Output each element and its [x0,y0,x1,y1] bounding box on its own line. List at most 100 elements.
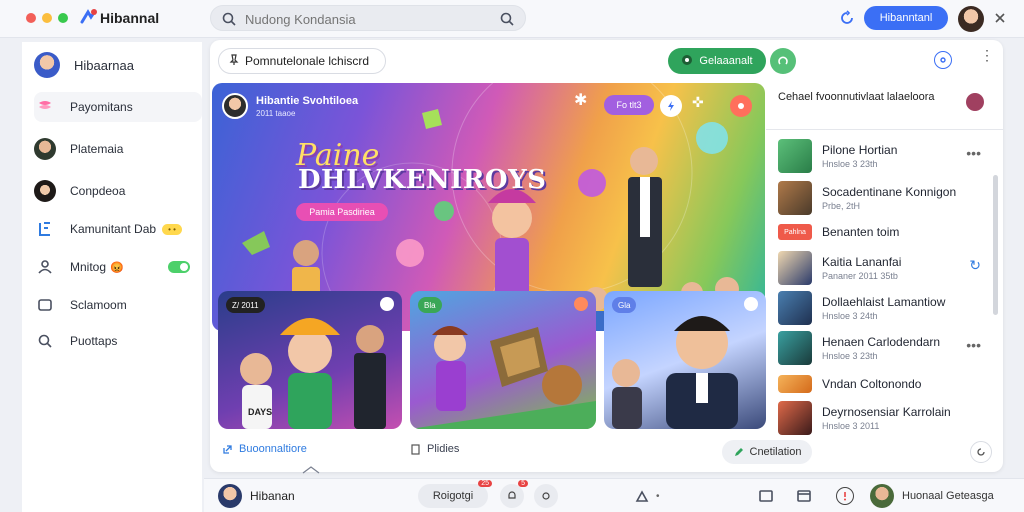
count-badge: 25 [478,480,492,487]
sidebar-profile[interactable]: Hibaarnaa [34,50,202,80]
right-panel-heading: Cehael fvoonnutivlaat lalaeloora [778,91,935,103]
sidebar-item-label: Platemaia [70,142,124,156]
close-window-button[interactable] [26,13,36,23]
search-icon [34,330,56,352]
alert-icon[interactable] [836,487,854,505]
search-input[interactable] [245,10,495,28]
sidebar-item-conpdeoa[interactable]: Conpdeoa [34,176,202,206]
card-menu-icon[interactable] [574,297,588,311]
doc-icon [411,443,420,455]
item-sub: Hnsloe 3 2011 [822,421,880,431]
list-item[interactable]: Pahlna Benanten toim [778,221,993,243]
user-avatar[interactable] [958,6,984,32]
list-item[interactable]: Vndan Coltonondo [778,373,993,395]
hero-chip[interactable]: Fo tlt3 [604,95,654,115]
more-options-icon[interactable]: ⋮ [980,48,994,62]
channel-avatar[interactable] [222,93,248,119]
tab-plidies[interactable]: Plidies [410,443,459,455]
sidebar-item-sclamoom[interactable]: Sclamoom [34,290,202,320]
avatar-icon [34,138,56,160]
card-chip: Bla [418,297,442,313]
help-icon[interactable] [934,51,952,69]
image-icon[interactable] [758,488,774,504]
item-title: Benanten toim [822,225,900,239]
bracket-icon [34,218,56,240]
roigotgi-button[interactable]: Roigotgi 25 [418,480,492,508]
gift-icon [34,96,56,118]
sidebar-item-mnitog[interactable]: Mnitog 😡 [34,252,202,282]
item-title: Socadentinane Konnigon [822,185,957,199]
scrollbar[interactable] [993,175,998,315]
breadcrumb[interactable]: Pomnutelonale lchiscrd [218,48,386,74]
channel-name: Hibantie Svohtiloea [256,95,359,107]
sidebar-item-payomitans[interactable]: Payomitans [34,92,202,122]
search-bar[interactable] [210,5,526,31]
pencil-icon [734,447,743,456]
primary-header-button[interactable]: Hibanntanl [864,6,948,30]
card-menu-icon[interactable] [744,297,758,311]
more-icon[interactable]: ••• [966,145,981,161]
mnitog-toggle[interactable] [168,261,190,273]
card-menu-icon[interactable] [380,297,394,311]
item-thumbnail [778,291,812,325]
sidebar: Hibaarnaa Payomitans Platemaia Conpdeoa … [22,42,202,512]
pill-label: Roigotgi [432,490,474,502]
item-badge: Pahlna [778,224,812,240]
close-icon[interactable] [992,10,1008,26]
list-item[interactable]: Pilone Hortian Hnsloe 3 23th ••• [778,139,993,173]
video-card-3[interactable]: Gla [604,291,766,429]
sidebar-item-label: Sclamoom [70,298,127,312]
contact-avatar[interactable] [870,484,894,508]
search-submit-icon[interactable] [499,11,515,27]
user-name: Hibanan [250,489,295,503]
item-sub: Hnsloe 3 23th [822,351,878,361]
video-card-1[interactable]: Z/ 2011 DAYS [218,291,402,429]
settings-icon[interactable] [534,484,558,508]
svg-text:✱: ✱ [574,90,587,109]
right-panel: Cehael fvoonnutivlaat lalaeloora Pilone … [766,83,1003,472]
list-item[interactable]: Kaitia Lananfai Pananer 2011 35tb ↻ [778,251,993,285]
list-item[interactable]: Henaen Carlodendarn Hnsloe 3 23th ••• [778,331,993,365]
bottom-bar: Hibanan Roigotgi 25 5 • Huonaal Geteasga [204,478,1024,512]
hero-button[interactable]: Pamia Pasdiriea [296,203,388,221]
sidebar-item-kamunitant[interactable]: Kamunitant Dab • • [34,214,202,244]
refresh-icon[interactable] [838,9,856,27]
item-sub: Hnsloe 3 23th [822,159,878,169]
video-card-2[interactable]: Bla [410,291,596,429]
item-title: Kaitia Lananfai [822,255,902,269]
item-sub: Prbe, 2tH [822,201,861,211]
sidebar-item-puottaps[interactable]: Puottaps [34,326,202,356]
sync-icon[interactable] [970,441,992,463]
contact-name: Huonaal Geteasga [902,490,994,502]
square-icon [34,294,56,316]
tab-buoonnaltiore[interactable]: Buoonnaltiore [222,443,307,455]
green-action-button[interactable]: Gelaaanalt [668,48,766,74]
emoji-icon: 😡 [110,261,124,274]
notifications-icon[interactable]: 5 [500,480,528,508]
user-avatar[interactable] [218,484,242,508]
minimize-window-button[interactable] [42,13,52,23]
divider [766,129,1003,130]
heading-avatar[interactable] [966,93,984,111]
record-red-icon[interactable] [730,95,752,117]
list-item[interactable]: Dollaehlaist Lamantiow Hnsloe 3 24th [778,291,993,325]
card-chip: Gla [612,297,637,313]
item-title: Pilone Hortian [822,143,898,157]
lightning-icon[interactable] [660,95,682,117]
main-panel: Pomnutelonale lchiscrd Gelaaanalt ⋮ ✱ ✜ … [210,40,1003,474]
sidebar-item-platemaia[interactable]: Platemaia [34,134,202,164]
item-thumbnail [778,251,812,285]
share-icon[interactable] [770,48,796,74]
profile-name: Hibaarnaa [74,57,134,73]
search-icon [221,11,237,27]
more-icon[interactable]: ••• [966,337,981,353]
item-thumbnail [778,375,812,393]
triangle-icon[interactable] [634,488,650,504]
calendar-icon[interactable] [796,488,812,504]
hero-title-line2: DHLVKENIROYS [298,165,547,195]
maximize-window-button[interactable] [58,13,68,23]
refresh-icon[interactable]: ↻ [969,257,981,274]
list-item[interactable]: Deyrnosensiar Karrolain Hnsloe 3 2011 [778,401,993,435]
sidebar-item-label: Conpdeoa [70,184,126,198]
list-item[interactable]: Socadentinane Konnigon Prbe, 2tH [778,181,993,215]
